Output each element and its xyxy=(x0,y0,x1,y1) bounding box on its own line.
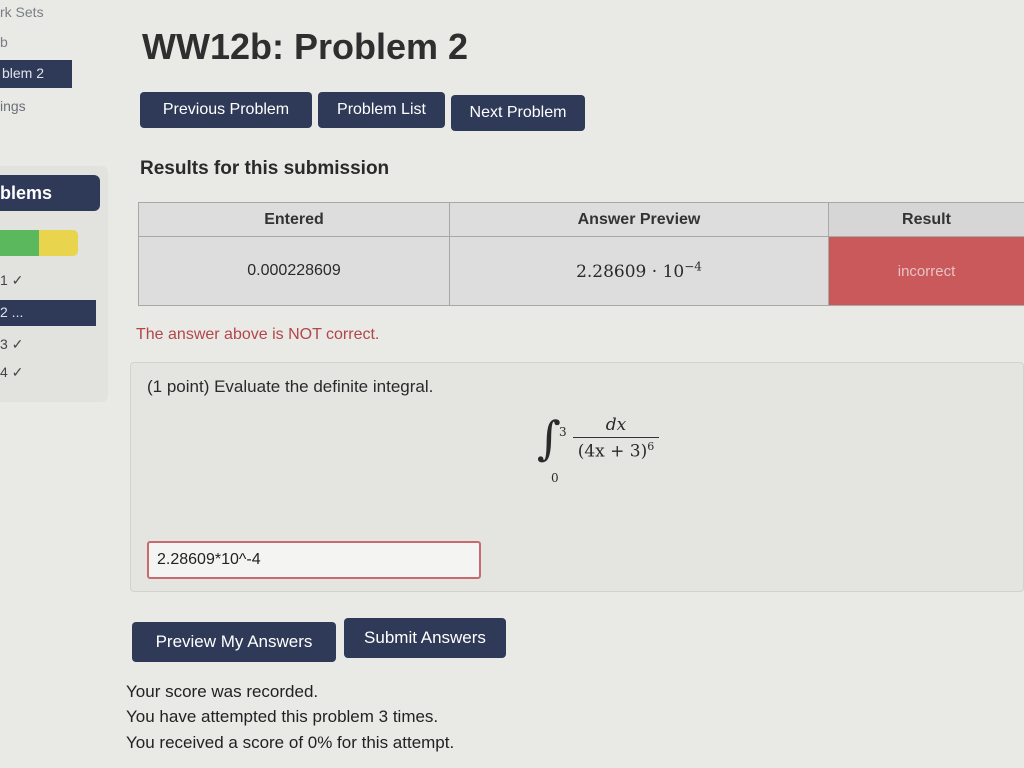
problem-link-4[interactable]: 4 ✓ xyxy=(0,364,23,381)
problem-link-2[interactable]: 2 ... xyxy=(0,300,96,326)
column-entered: Entered xyxy=(138,201,450,238)
results-heading: Results for this submission xyxy=(140,158,390,179)
column-answer-preview: Answer Preview xyxy=(449,201,829,238)
result-status-badge: incorrect xyxy=(828,236,1024,306)
preview-exponent: −4 xyxy=(684,259,702,274)
sidebar-link-settings[interactable]: ings xyxy=(0,98,26,114)
entered-value: 0.000228609 xyxy=(138,236,450,306)
sidebar: rk Sets b blem 2 ings blems 1 ✓ 2 ... 3 … xyxy=(0,0,110,768)
answer-preview: 2.28609 · 10−4 xyxy=(449,236,829,306)
progress-bar xyxy=(0,230,78,256)
results-header-row: Entered Answer Preview Result xyxy=(138,201,1024,238)
attempt-score-text: You received a score of 0% for this atte… xyxy=(126,733,455,752)
sidebar-link-problem-active[interactable]: blem 2 xyxy=(0,60,72,88)
problem-list-button[interactable]: Problem List xyxy=(318,92,445,128)
problem-link-1[interactable]: 1 ✓ xyxy=(0,272,23,289)
progress-remaining xyxy=(39,230,78,256)
sidebar-link-set[interactable]: b xyxy=(0,34,8,50)
sidebar-link-homework-sets[interactable]: rk Sets xyxy=(0,4,44,20)
denominator-exponent: 6 xyxy=(647,440,655,453)
column-result: Result xyxy=(828,201,1024,238)
integral-upper-limit: 3 xyxy=(559,425,567,440)
answer-input[interactable] xyxy=(147,541,481,579)
previous-problem-button[interactable]: Previous Problem xyxy=(140,92,312,128)
integral-sign: ∫ 3 0 xyxy=(537,415,567,485)
problem-link-3[interactable]: 3 ✓ xyxy=(0,336,23,353)
problem-box: (1 point) Evaluate the definite integral… xyxy=(130,362,1024,592)
results-table: Entered Answer Preview Result 0.00022860… xyxy=(138,201,1024,306)
problems-button[interactable]: blems xyxy=(0,175,100,211)
incorrect-message: The answer above is NOT correct. xyxy=(136,326,380,343)
progress-correct xyxy=(0,230,39,256)
integrand-denominator: (4x + 3)6 xyxy=(578,438,655,462)
integrand-fraction: dx (4x + 3)6 xyxy=(573,415,659,462)
integral-expression: ∫ 3 0 dx (4x + 3)6 xyxy=(537,415,659,485)
integrand-numerator: dx xyxy=(605,415,627,435)
preview-base: 2.28609 · 10 xyxy=(576,262,685,283)
preview-answers-button[interactable]: Preview My Answers xyxy=(132,622,336,662)
score-recorded-text: Your score was recorded. xyxy=(126,682,319,701)
next-problem-button[interactable]: Next Problem xyxy=(451,95,585,131)
table-row: 0.000228609 2.28609 · 10−4 incorrect xyxy=(138,236,1024,306)
page-title: WW12b: Problem 2 xyxy=(142,26,469,67)
denominator-base: (4x + 3) xyxy=(577,441,648,462)
submit-answers-button[interactable]: Submit Answers xyxy=(344,618,506,658)
integral-lower-limit: 0 xyxy=(551,471,559,486)
problem-statement: (1 point) Evaluate the definite integral… xyxy=(147,377,434,396)
attempts-text: You have attempted this problem 3 times. xyxy=(126,707,439,726)
